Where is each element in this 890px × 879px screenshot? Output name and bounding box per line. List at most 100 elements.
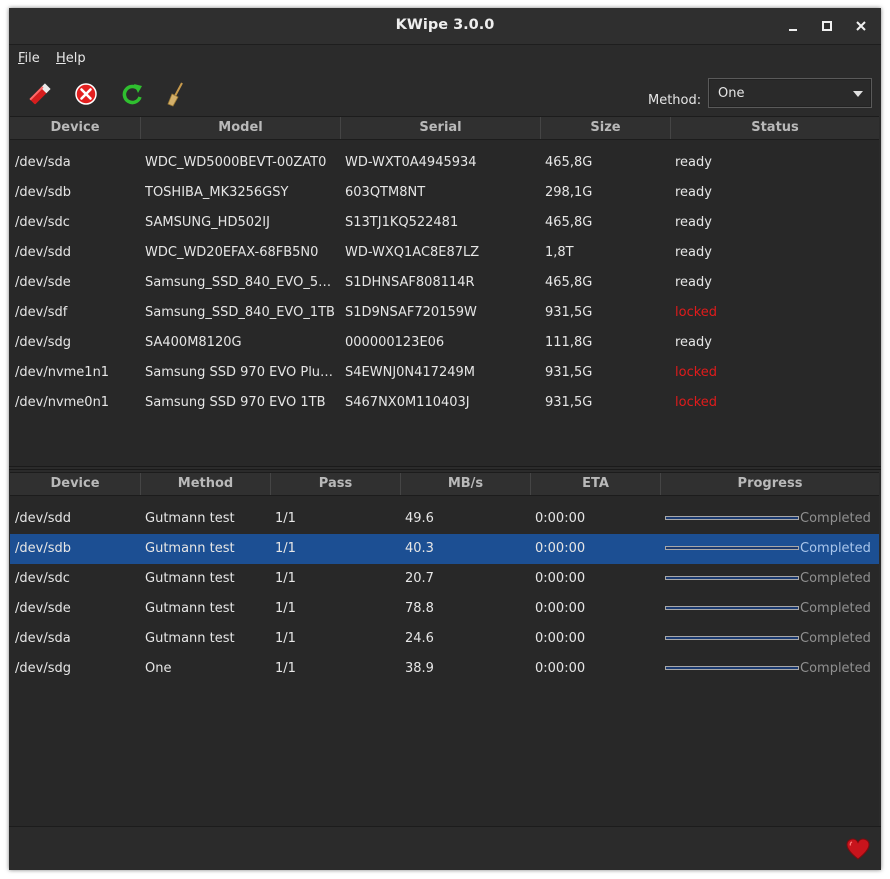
job-pass-cell: 1/1 (275, 661, 296, 676)
device-row[interactable]: /dev/sdf Samsung_SSD_840_EVO_1TB S1D9NSAF7… (10, 298, 879, 328)
devices-col-serial[interactable]: Serial (341, 117, 541, 139)
device-serial-cell: S13TJ1KQ522481 (345, 215, 459, 230)
job-pass-cell: 1/1 (275, 511, 296, 526)
cancel-icon (75, 83, 97, 105)
job-device-cell: /dev/sdc (15, 571, 70, 586)
job-method-cell: Gutmann test (145, 541, 235, 556)
device-model-cell: TOSHIBA_MK3256GSY (145, 185, 289, 200)
device-row[interactable]: /dev/nvme1n1 Samsung SSD 970 EVO Plu… S4EW… (10, 358, 879, 388)
broom-icon (167, 82, 183, 107)
device-row[interactable]: /dev/sdg SA400M8120G 000000123E06 111,8G rea… (10, 328, 879, 358)
device-row[interactable]: /dev/sdd WDC_WD20EFAX-68FB5N0 WD-WXQ1AC8E8… (10, 238, 879, 268)
device-model-cell: Samsung SSD 970 EVO Plu… (145, 365, 334, 380)
device-size-cell: 931,5G (545, 395, 593, 410)
jobs-col-eta[interactable]: ETA (531, 473, 661, 495)
maximize-icon (822, 21, 832, 31)
wipe-button[interactable] (25, 79, 55, 109)
progress-bar-fill (666, 517, 798, 519)
progress-bar-fill (666, 637, 798, 639)
jobs-col-device[interactable]: Device (10, 473, 141, 495)
maximize-button[interactable] (817, 16, 837, 36)
jobs-col-mbs[interactable]: MB/s (401, 473, 531, 495)
device-row[interactable]: /dev/sdc SAMSUNG_HD502IJ S13TJ1KQ522481 465… (10, 208, 879, 238)
method-select[interactable]: One (708, 78, 872, 108)
device-device-cell: /dev/sdc (15, 215, 70, 230)
refresh-button[interactable] (117, 79, 147, 109)
progress-bar-fill (666, 667, 798, 669)
device-row[interactable]: /dev/sdb TOSHIBA_MK3256GSY 603QTM8NT 298,1G… (10, 178, 879, 208)
device-model-cell: SAMSUNG_HD502IJ (145, 215, 270, 230)
job-mbs-cell: 78.8 (405, 601, 434, 616)
device-status-cell: locked (675, 305, 718, 320)
jobs-col-pass[interactable]: Pass (271, 473, 401, 495)
progress-label: Completed (800, 571, 871, 586)
device-size-cell: 1,8T (545, 245, 574, 260)
device-row[interactable]: /dev/sde Samsung_SSD_840_EVO_5… S1DHNSAF80… (10, 268, 879, 298)
close-button[interactable] (851, 16, 871, 36)
job-row[interactable]: /dev/sdc Gutmann test 1/1 20.7 0:00:00 Comple… (10, 564, 879, 594)
devices-table-header: Device Model Serial Size Status (10, 117, 879, 140)
device-status-cell: locked (675, 395, 718, 410)
job-method-cell: Gutmann test (145, 571, 235, 586)
device-status-cell: ready (675, 185, 712, 200)
device-serial-cell: S1D9NSAF720159W (345, 305, 477, 320)
device-device-cell: /dev/sdb (15, 185, 71, 200)
device-row[interactable]: /dev/sda WDC_WD5000BEVT-00ZAT0 WD-WXT0A494… (10, 148, 879, 178)
device-serial-cell: WD-WXT0A4945934 (345, 155, 477, 170)
jobs-col-method[interactable]: Method (141, 473, 271, 495)
device-device-cell: /dev/sde (15, 275, 71, 290)
job-row[interactable]: /dev/sde Gutmann test 1/1 78.8 0:00:00 Comple… (10, 594, 879, 624)
titlebar: KWipe 3.0.0 (9, 8, 881, 45)
menu-file[interactable]: File (18, 51, 40, 66)
heart-icon[interactable] (845, 836, 871, 862)
devices-col-size[interactable]: Size (541, 117, 671, 139)
device-status-cell: ready (675, 275, 712, 290)
device-serial-cell: 603QTM8NT (345, 185, 426, 200)
progress-label: Completed (800, 661, 871, 676)
jobs-col-progress[interactable]: Progress (661, 473, 879, 495)
job-pass-cell: 1/1 (275, 571, 296, 586)
job-pass-cell: 1/1 (275, 601, 296, 616)
pane-splitter[interactable] (9, 466, 881, 470)
jobs-table: Device Method Pass MB/s ETA Progress /de… (10, 472, 879, 827)
progress-bar (665, 546, 799, 550)
devices-col-status[interactable]: Status (671, 117, 879, 139)
job-row[interactable]: /dev/sdd Gutmann test 1/1 49.6 0:00:00 Comple… (10, 504, 879, 534)
jobs-table-header: Device Method Pass MB/s ETA Progress (10, 473, 879, 496)
menu-help-label: elp (65, 51, 86, 66)
clear-button[interactable] (161, 79, 191, 109)
menu-help-mnemonic: H (56, 51, 66, 66)
close-icon (856, 21, 866, 31)
device-size-cell: 931,5G (545, 365, 593, 380)
device-status-cell: ready (675, 335, 712, 350)
devices-col-model[interactable]: Model (141, 117, 341, 139)
job-eta-cell: 0:00:00 (535, 661, 586, 676)
job-device-cell: /dev/sde (15, 601, 71, 616)
device-size-cell: 931,5G (545, 305, 593, 320)
job-method-cell: Gutmann test (145, 511, 235, 526)
job-mbs-cell: 49.6 (405, 511, 434, 526)
device-serial-cell: S1DHNSAF808114R (345, 275, 475, 290)
device-row[interactable]: /dev/nvme0n1 Samsung SSD 970 EVO 1TB S467N… (10, 388, 879, 418)
job-row[interactable]: /dev/sdb Gutmann test 1/1 40.3 0:00:00 Comple… (10, 534, 879, 564)
statusbar (9, 826, 881, 870)
progress-bar (665, 576, 799, 580)
device-size-cell: 465,8G (545, 215, 593, 230)
menu-help[interactable]: Help (56, 51, 86, 66)
job-eta-cell: 0:00:00 (535, 511, 586, 526)
device-model-cell: SA400M8120G (145, 335, 242, 350)
device-model-cell: WDC_WD20EFAX-68FB5N0 (145, 245, 319, 260)
progress-bar-fill (666, 547, 798, 549)
devices-col-device[interactable]: Device (10, 117, 141, 139)
devices-table: Device Model Serial Size Status /dev/sda… (10, 116, 879, 467)
job-mbs-cell: 40.3 (405, 541, 434, 556)
device-model-cell: WDC_WD5000BEVT-00ZAT0 (145, 155, 327, 170)
job-row[interactable]: /dev/sda Gutmann test 1/1 24.6 0:00:00 Comple… (10, 624, 879, 654)
job-method-cell: Gutmann test (145, 601, 235, 616)
cancel-button[interactable] (71, 79, 101, 109)
device-device-cell: /dev/sdd (15, 245, 71, 260)
minimize-button[interactable] (783, 16, 803, 36)
job-row[interactable]: /dev/sdg One 1/1 38.9 0:00:00 Completed (10, 654, 879, 684)
device-status-cell: ready (675, 215, 712, 230)
progress-label: Completed (800, 601, 871, 616)
